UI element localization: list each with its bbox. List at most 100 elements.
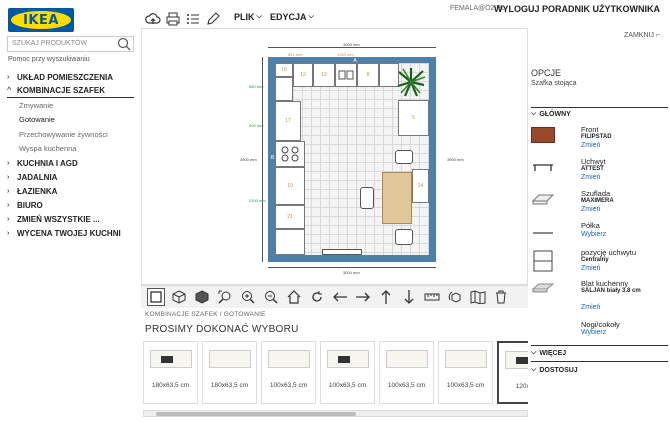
chevron-down-icon: ⌵ [531,366,537,373]
cabinet-bottom-left[interactable] [275,229,305,255]
sidebar-item-bathroom[interactable]: › ŁAZIENKA [7,184,134,198]
search-help-link[interactable]: Pomoc przy wyszukiwaniu [8,56,90,63]
print-icon[interactable] [165,11,181,27]
zoom-in-icon[interactable] [239,288,257,306]
cloud-upload-icon[interactable] [145,11,161,27]
sidebar-item-dining[interactable]: › JADALNIA [7,170,134,184]
choose-link[interactable]: Wybierz [581,231,606,238]
section-more[interactable]: ⌵ WIĘCEJ [531,349,566,357]
menu-file[interactable]: PLIK ⌵ [234,12,262,22]
menu-edit-label: EDYCJA [270,12,307,22]
cabinet-14[interactable]: 14 [412,169,429,203]
option-name: Front [581,125,599,134]
divider [531,345,668,346]
dining-table[interactable] [382,172,412,224]
sidebar-item-change-all[interactable]: › ZMIEŃ WSZYSTKIE ... [7,212,134,226]
change-link[interactable]: Zmień [581,265,600,272]
rotate-object-icon[interactable] [446,288,464,306]
breadcrumb: KOMBINACJE SZAFEK / GOTOWANIE [145,311,266,318]
ikea-logo[interactable]: IKEA [8,8,74,32]
cabinet-17[interactable]: 17 [275,101,301,141]
arrow-down-icon[interactable] [400,288,418,306]
zoom-fit-icon[interactable] [216,288,234,306]
chevron-right-icon: › [7,73,10,81]
sidebar-subitem-food-storage[interactable]: Przechowywanie żywności [7,127,134,142]
pencil-icon[interactable] [205,11,221,27]
change-link[interactable]: Zmień [581,206,600,213]
menu-edit[interactable]: EDYCJA ⌵ [270,12,314,22]
product-card-selected[interactable]: 120x6 [497,341,528,404]
cabinet-21[interactable]: 21 [275,205,305,229]
3d-solid-view-icon[interactable] [193,288,211,306]
search-icon[interactable] [116,37,132,51]
ruler-icon[interactable] [423,288,441,306]
chair[interactable] [395,150,413,164]
3d-view-icon[interactable] [170,288,188,306]
option-value: MAXIMERA [581,198,614,204]
rotate-icon[interactable] [308,288,326,306]
2d-view-icon[interactable] [147,288,165,306]
cabinet-icon [531,250,555,272]
close-button[interactable]: ZAMKNIJ ⌐ [624,32,660,39]
arrow-right-icon[interactable] [354,288,372,306]
sidebar-item-room-layout[interactable]: › UKŁAD POMIESZCZENIA [7,70,134,84]
arrow-up-icon[interactable] [377,288,395,306]
scrollbar-thumb[interactable] [156,412,356,416]
user-guide-link[interactable]: PORADNIK UŻYTKOWNIKA [542,4,660,14]
product-card[interactable]: 100x63,5 cm [320,341,375,404]
chair[interactable] [360,187,374,209]
product-size: 100x63,5 cm [446,382,485,389]
option-name: Blat kuchenny [581,279,629,288]
zoom-out-icon[interactable] [262,288,280,306]
logout-link[interactable]: WYLOGUJ [494,4,540,14]
search-input[interactable]: SZUKAJ PRODUKTÓW [7,36,134,52]
cooktop[interactable] [275,141,305,167]
shelf-icon [531,223,555,239]
list-icon[interactable] [185,11,201,27]
cabinet-16[interactable]: 16 [275,63,293,77]
cabinet-5[interactable]: 5 [398,100,429,136]
sidebar-subitem-kitchen-island[interactable]: Wyspa kuchenna [7,142,134,157]
arrow-left-icon[interactable] [331,288,349,306]
cabinet-8[interactable]: 8 [357,63,379,87]
window[interactable] [322,249,362,255]
cabinet-sink[interactable] [335,63,357,87]
sidebar-item-cabinet-combinations[interactable]: ^ KOMBINACJE SZAFEK [7,84,134,98]
sidebar-item-label: KUCHNIA I AGD [17,158,78,168]
option-name: Nogi/cokoły [581,320,620,329]
change-link[interactable]: Zmień [581,304,600,311]
change-link[interactable]: Zmień [581,174,600,181]
cabinet-13[interactable]: 13 [313,63,335,87]
sidebar-item-office[interactable]: › BIURO [7,198,134,212]
product-size: 100x63,5 cm [387,382,426,389]
choose-link[interactable]: Wybierz [581,329,606,336]
sidebar-subitem-cooking[interactable]: Gotowanie [7,113,134,128]
chevron-right-icon: › [7,173,10,181]
sidebar-item-label: UKŁAD POMIESZCZENIA [17,72,113,82]
cabinet-12[interactable]: 12 [293,63,313,87]
sidebar-subitem-washing[interactable]: Zmywanie [7,98,134,113]
change-link[interactable]: Zmień [581,142,600,149]
product-card[interactable]: 180x63,5 cm [202,341,257,404]
chevron-down-icon: ⌵ [256,13,262,20]
sidebar-item-kitchen-pricing[interactable]: › WYCENA TWOJEJ KUCHNI [7,226,134,240]
home-icon[interactable] [285,288,303,306]
trash-icon[interactable] [492,288,510,306]
section-customize[interactable]: ⌵ DOSTOSUJ [531,366,578,374]
product-card[interactable]: 100x63,5 cm [379,341,434,404]
cabinet-19[interactable]: 19 [275,167,305,205]
plant-icon[interactable] [395,66,427,98]
product-image [150,350,192,368]
dimension-top: 3004 mm [343,42,360,47]
product-card[interactable]: 100x63,5 cm [438,341,493,404]
horizontal-scrollbar[interactable] [143,410,528,417]
product-card[interactable]: 180x63,5 cm [143,341,198,404]
map-icon[interactable] [469,288,487,306]
product-card[interactable]: 100x63,5 cm [261,341,316,404]
cabinet-corner[interactable] [275,77,293,101]
section-main[interactable]: ⌵ GŁÓWNY [531,110,571,118]
sidebar-item-kitchen-appliances[interactable]: › KUCHNIA I AGD [7,156,134,170]
chevron-right-icon: › [7,229,10,237]
chair[interactable] [395,229,413,245]
dimension-right: 3900 mm [447,157,464,162]
